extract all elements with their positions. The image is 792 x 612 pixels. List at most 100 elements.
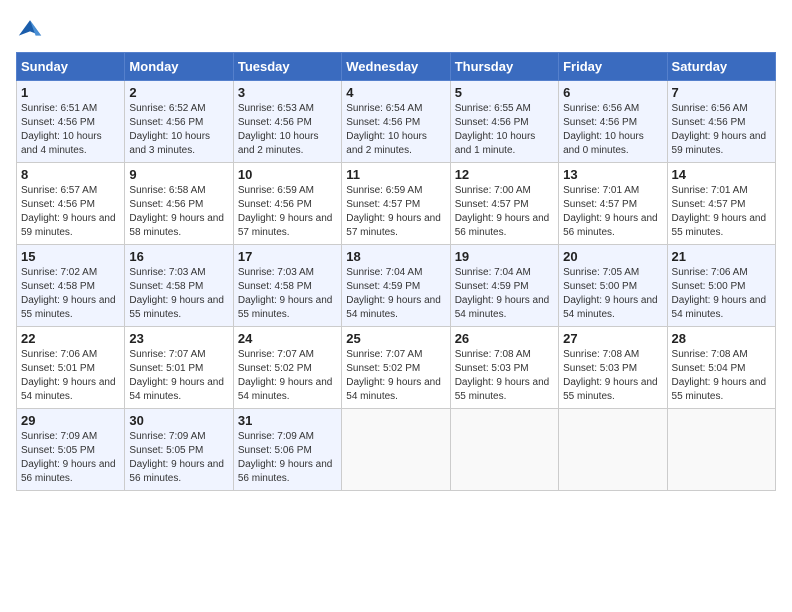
calendar-cell: 28 Sunrise: 7:08 AMSunset: 5:04 PMDayligh… [667, 327, 775, 409]
day-number: 27 [563, 331, 662, 346]
day-info: Sunrise: 7:09 AMSunset: 5:06 PMDaylight:… [238, 430, 337, 486]
calendar-cell: 9 Sunrise: 6:58 AMSunset: 4:56 PMDaylight… [125, 163, 233, 245]
calendar-cell: 20Sunrise: 7:05 AMSunset: 5:00 PMDayligh… [559, 245, 667, 327]
calendar-week-row: 29 Sunrise: 7:09 AMSunset: 5:05 PMDayligh… [17, 409, 776, 491]
calendar-cell: 4 Sunrise: 6:54 AMSunset: 4:56 PMDaylight… [342, 81, 450, 163]
calendar-cell: 25Sunrise: 7:07 AMSunset: 5:02 PMDayligh… [342, 327, 450, 409]
day-number: 30 [129, 413, 228, 428]
day-info: Sunrise: 6:53 AMSunset: 4:56 PMDaylight:… [238, 102, 337, 158]
calendar-cell: 18Sunrise: 7:04 AMSunset: 4:59 PMDayligh… [342, 245, 450, 327]
column-header-monday: Monday [125, 53, 233, 81]
day-info: Sunrise: 7:07 AMSunset: 5:01 PMDaylight:… [129, 348, 228, 404]
day-number: 6 [563, 85, 662, 100]
day-number: 5 [455, 85, 554, 100]
day-number: 4 [346, 85, 445, 100]
day-number: 28 [672, 331, 771, 346]
day-number: 7 [672, 85, 771, 100]
calendar-cell: 5 Sunrise: 6:55 AMSunset: 4:56 PMDaylight… [450, 81, 558, 163]
day-number: 24 [238, 331, 337, 346]
day-info: Sunrise: 6:55 AMSunset: 4:56 PMDaylight:… [455, 102, 554, 158]
day-info: Sunrise: 7:04 AMSunset: 4:59 PMDaylight:… [455, 266, 554, 322]
column-header-tuesday: Tuesday [233, 53, 341, 81]
calendar-cell: 2 Sunrise: 6:52 AMSunset: 4:56 PMDaylight… [125, 81, 233, 163]
day-info: Sunrise: 7:06 AMSunset: 5:01 PMDaylight:… [21, 348, 120, 404]
day-number: 14 [672, 167, 771, 182]
day-info: Sunrise: 7:02 AMSunset: 4:58 PMDaylight:… [21, 266, 120, 322]
day-number: 20 [563, 249, 662, 264]
day-info: Sunrise: 6:59 AMSunset: 4:57 PMDaylight:… [346, 184, 445, 240]
calendar-cell: 1Sunrise: 6:51 AMSunset: 4:56 PMDaylight… [17, 81, 125, 163]
calendar-cell: 14Sunrise: 7:01 AMSunset: 4:57 PMDayligh… [667, 163, 775, 245]
day-info: Sunrise: 7:07 AMSunset: 5:02 PMDaylight:… [238, 348, 337, 404]
logo-icon [16, 16, 44, 44]
day-number: 18 [346, 249, 445, 264]
day-info: Sunrise: 7:08 AMSunset: 5:04 PMDaylight:… [672, 348, 771, 404]
calendar-cell: 12 Sunrise: 7:00 AMSunset: 4:57 PMDayligh… [450, 163, 558, 245]
day-number: 22 [21, 331, 120, 346]
day-number: 13 [563, 167, 662, 182]
column-header-wednesday: Wednesday [342, 53, 450, 81]
calendar-table: SundayMondayTuesdayWednesdayThursdayFrid… [16, 52, 776, 491]
day-number: 2 [129, 85, 228, 100]
day-info: Sunrise: 7:09 AMSunset: 5:05 PMDaylight:… [21, 430, 120, 486]
day-number: 25 [346, 331, 445, 346]
day-number: 3 [238, 85, 337, 100]
calendar-week-row: 8 Sunrise: 6:57 AMSunset: 4:56 PMDaylight… [17, 163, 776, 245]
calendar-cell: 3 Sunrise: 6:53 AMSunset: 4:56 PMDaylight… [233, 81, 341, 163]
day-info: Sunrise: 7:00 AMSunset: 4:57 PMDaylight:… [455, 184, 554, 240]
day-info: Sunrise: 7:09 AMSunset: 5:05 PMDaylight:… [129, 430, 228, 486]
calendar-cell: 29 Sunrise: 7:09 AMSunset: 5:05 PMDayligh… [17, 409, 125, 491]
day-info: Sunrise: 6:56 AMSunset: 4:56 PMDaylight:… [563, 102, 662, 158]
calendar-cell [559, 409, 667, 491]
day-info: Sunrise: 6:54 AMSunset: 4:56 PMDaylight:… [346, 102, 445, 158]
calendar-cell: 27 Sunrise: 7:08 AMSunset: 5:03 PMDayligh… [559, 327, 667, 409]
calendar-cell [450, 409, 558, 491]
day-number: 11 [346, 167, 445, 182]
calendar-cell: 6 Sunrise: 6:56 AMSunset: 4:56 PMDaylight… [559, 81, 667, 163]
calendar-cell: 16 Sunrise: 7:03 AMSunset: 4:58 PMDayligh… [125, 245, 233, 327]
day-number: 10 [238, 167, 337, 182]
day-info: Sunrise: 6:51 AMSunset: 4:56 PMDaylight:… [21, 102, 120, 158]
day-info: Sunrise: 6:56 AMSunset: 4:56 PMDaylight:… [672, 102, 771, 158]
day-info: Sunrise: 7:08 AMSunset: 5:03 PMDaylight:… [455, 348, 554, 404]
calendar-cell: 11 Sunrise: 6:59 AMSunset: 4:57 PMDayligh… [342, 163, 450, 245]
day-info: Sunrise: 6:52 AMSunset: 4:56 PMDaylight:… [129, 102, 228, 158]
calendar-cell: 24 Sunrise: 7:07 AMSunset: 5:02 PMDayligh… [233, 327, 341, 409]
day-number: 19 [455, 249, 554, 264]
day-number: 16 [129, 249, 228, 264]
page-header [16, 16, 776, 44]
day-info: Sunrise: 7:03 AMSunset: 4:58 PMDaylight:… [129, 266, 228, 322]
day-number: 29 [21, 413, 120, 428]
column-header-friday: Friday [559, 53, 667, 81]
calendar-header-row: SundayMondayTuesdayWednesdayThursdayFrid… [17, 53, 776, 81]
calendar-cell: 15 Sunrise: 7:02 AMSunset: 4:58 PMDayligh… [17, 245, 125, 327]
day-info: Sunrise: 6:59 AMSunset: 4:56 PMDaylight:… [238, 184, 337, 240]
calendar-cell: 13 Sunrise: 7:01 AMSunset: 4:57 PMDayligh… [559, 163, 667, 245]
calendar-cell: 21Sunrise: 7:06 AMSunset: 5:00 PMDayligh… [667, 245, 775, 327]
calendar-cell: 10 Sunrise: 6:59 AMSunset: 4:56 PMDayligh… [233, 163, 341, 245]
column-header-sunday: Sunday [17, 53, 125, 81]
day-info: Sunrise: 6:57 AMSunset: 4:56 PMDaylight:… [21, 184, 120, 240]
calendar-cell: 8 Sunrise: 6:57 AMSunset: 4:56 PMDaylight… [17, 163, 125, 245]
day-number: 15 [21, 249, 120, 264]
day-info: Sunrise: 7:01 AMSunset: 4:57 PMDaylight:… [563, 184, 662, 240]
calendar-cell [342, 409, 450, 491]
day-info: Sunrise: 7:08 AMSunset: 5:03 PMDaylight:… [563, 348, 662, 404]
calendar-cell: 19 Sunrise: 7:04 AMSunset: 4:59 PMDayligh… [450, 245, 558, 327]
calendar-cell: 22 Sunrise: 7:06 AMSunset: 5:01 PMDayligh… [17, 327, 125, 409]
calendar-cell: 31 Sunrise: 7:09 AMSunset: 5:06 PMDayligh… [233, 409, 341, 491]
day-number: 9 [129, 167, 228, 182]
column-header-saturday: Saturday [667, 53, 775, 81]
calendar-cell: 23Sunrise: 7:07 AMSunset: 5:01 PMDayligh… [125, 327, 233, 409]
calendar-cell: 26Sunrise: 7:08 AMSunset: 5:03 PMDayligh… [450, 327, 558, 409]
day-number: 12 [455, 167, 554, 182]
calendar-week-row: 1Sunrise: 6:51 AMSunset: 4:56 PMDaylight… [17, 81, 776, 163]
day-number: 8 [21, 167, 120, 182]
calendar-cell: 17Sunrise: 7:03 AMSunset: 4:58 PMDayligh… [233, 245, 341, 327]
day-number: 17 [238, 249, 337, 264]
calendar-cell: 30 Sunrise: 7:09 AMSunset: 5:05 PMDayligh… [125, 409, 233, 491]
day-number: 31 [238, 413, 337, 428]
calendar-week-row: 15 Sunrise: 7:02 AMSunset: 4:58 PMDayligh… [17, 245, 776, 327]
day-info: Sunrise: 6:58 AMSunset: 4:56 PMDaylight:… [129, 184, 228, 240]
day-number: 21 [672, 249, 771, 264]
